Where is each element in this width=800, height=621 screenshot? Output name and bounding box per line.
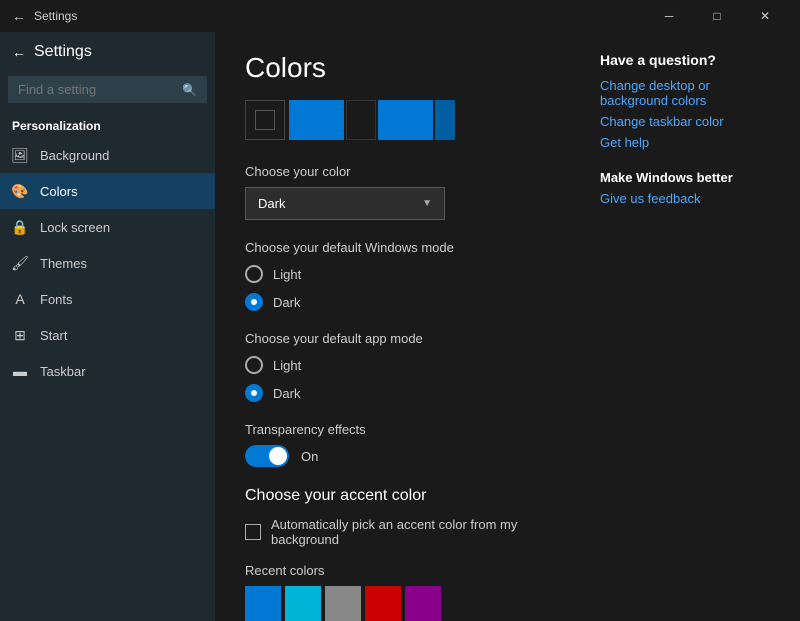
transparency-section: Transparency effects On [245,422,550,467]
sidebar-item-label: Taskbar [40,364,86,379]
minimize-button[interactable]: ─ [646,0,692,32]
banner-blue-tiles [289,100,455,140]
app-mode-group: Choose your default app mode Light Dark [245,331,550,402]
sidebar-item-label: Lock screen [40,220,110,235]
sidebar-back-nav[interactable]: ← Settings [0,32,215,72]
page-title: Colors [245,52,550,84]
close-button[interactable]: ✕ [742,0,788,32]
background-icon: 🖼 [12,147,28,163]
titlebar-controls: ─ □ ✕ [646,0,788,32]
transparency-toggle-row: On [245,445,550,467]
choose-color-section: Choose your color Dark ▼ [245,164,550,220]
sidebar-section-title: Personalization [0,111,215,137]
sidebar: ← Settings 🔍 Personalization 🖼 Backgroun… [0,32,215,621]
accent-section: Choose your accent color Automatically p… [245,487,550,621]
windows-mode-light-label: Light [273,267,301,282]
make-windows-better-title: Make Windows better [600,170,780,185]
radio-circle-app-light [245,356,263,374]
windows-mode-dark[interactable]: Dark [245,293,550,311]
help-link-0[interactable]: Change desktop or background colors [600,78,780,108]
app-mode-dark[interactable]: Dark [245,384,550,402]
windows-mode-light[interactable]: Light [245,265,550,283]
sidebar-item-label: Themes [40,256,87,271]
help-section-2: Make Windows better Give us feedback [600,170,780,206]
search-input[interactable] [18,82,158,97]
dropdown-value: Dark [258,196,285,211]
sidebar-item-colors[interactable]: 🎨 Colors [0,173,215,209]
sidebar-item-fonts[interactable]: A Fonts [0,281,215,317]
colors-icon: 🎨 [12,183,28,199]
color-preview-banner [245,100,550,140]
banner-dark-tile [245,100,285,140]
dropdown-arrow-icon: ▼ [422,198,432,209]
sidebar-item-themes[interactable]: 🖌 Themes [0,245,215,281]
radio-circle-light [245,265,263,283]
swatch-recent-1[interactable] [285,586,321,621]
feedback-link[interactable]: Give us feedback [600,191,780,206]
themes-icon: 🖌 [12,255,28,271]
sidebar-item-taskbar[interactable]: ▬ Taskbar [0,353,215,389]
windows-mode-label: Choose your default Windows mode [245,240,550,255]
maximize-button[interactable]: □ [694,0,740,32]
swatch-recent-0[interactable] [245,586,281,621]
transparency-toggle[interactable] [245,445,289,467]
toggle-knob [269,447,287,465]
back-arrow-icon: ← [12,44,26,60]
sidebar-search-container[interactable]: 🔍 [8,76,207,103]
app-mode-dark-label: Dark [273,386,300,401]
sidebar-settings-label: Settings [34,43,92,61]
main-content: Colors Choose your color Dark ▼ Choose y… [215,32,580,621]
taskbar-icon: ▬ [12,363,28,379]
transparency-value: On [301,449,318,464]
transparency-label: Transparency effects [245,422,550,437]
lock-icon: 🔒 [12,219,28,235]
app-mode-light-label: Light [273,358,301,373]
auto-accent-row[interactable]: Automatically pick an accent color from … [245,517,550,547]
help-title: Have a question? [600,52,780,68]
back-icon[interactable]: ← [12,8,26,24]
auto-accent-label: Automatically pick an accent color from … [271,517,550,547]
search-icon: 🔍 [182,83,197,97]
accent-section-title: Choose your accent color [245,487,550,505]
sidebar-item-label: Start [40,328,67,343]
sidebar-item-label: Fonts [40,292,73,307]
titlebar: ← Settings ─ □ ✕ [0,0,800,32]
start-icon: ⊞ [12,327,28,343]
app-mode-light[interactable]: Light [245,356,550,374]
sidebar-item-start[interactable]: ⊞ Start [0,317,215,353]
sidebar-item-label: Colors [40,184,78,199]
sidebar-item-lock-screen[interactable]: 🔒 Lock screen [0,209,215,245]
help-panel: Have a question? Change desktop or backg… [580,32,800,621]
swatch-recent-3[interactable] [365,586,401,621]
swatch-recent-2[interactable] [325,586,361,621]
recent-colors-section: Recent colors [245,563,550,621]
auto-accent-checkbox[interactable] [245,524,261,540]
swatch-recent-4[interactable] [405,586,441,621]
fonts-icon: A [12,291,28,307]
recent-colors-label: Recent colors [245,563,550,578]
titlebar-title: Settings [34,9,77,23]
radio-circle-app-dark [245,384,263,402]
sidebar-item-background[interactable]: 🖼 Background [0,137,215,173]
help-link-2[interactable]: Get help [600,135,780,150]
app-body: ← Settings 🔍 Personalization 🖼 Backgroun… [0,32,800,621]
app-mode-label: Choose your default app mode [245,331,550,346]
color-dropdown[interactable]: Dark ▼ [245,187,445,220]
windows-mode-group: Choose your default Windows mode Light D… [245,240,550,311]
recent-colors-swatches [245,586,550,621]
sidebar-item-label: Background [40,148,109,163]
radio-circle-dark [245,293,263,311]
choose-color-label: Choose your color [245,164,550,179]
windows-mode-dark-label: Dark [273,295,300,310]
help-link-1[interactable]: Change taskbar color [600,114,780,129]
